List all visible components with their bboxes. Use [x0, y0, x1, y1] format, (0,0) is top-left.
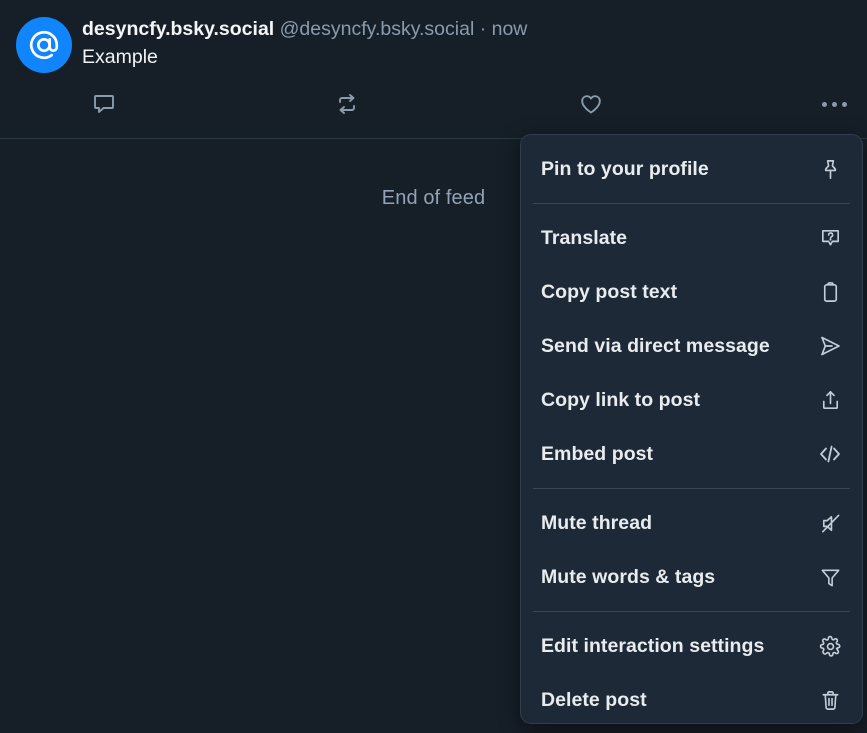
reply-bubble-icon [92, 92, 116, 116]
post-text: Example [82, 46, 158, 68]
avatar[interactable] [16, 17, 72, 73]
at-sign-avatar-icon [27, 28, 61, 62]
post-options-menu[interactable]: Pin to your profile Translate Copy post … [520, 134, 863, 724]
menu-item-mute-thread[interactable]: Mute thread [521, 496, 862, 550]
menu-item-label: Delete post [541, 688, 647, 711]
menu-divider [533, 203, 850, 204]
reply-button[interactable] [92, 89, 335, 119]
menu-item-label: Translate [541, 226, 628, 249]
like-button[interactable] [579, 89, 822, 119]
speaker-muted-icon [817, 510, 843, 536]
menu-item-label: Send via direct message [541, 334, 770, 357]
menu-item-label: Copy link to post [541, 388, 701, 411]
gear-icon [817, 633, 843, 659]
post-card[interactable]: desyncfy.bsky.social @desyncfy.bsky.soci… [0, 0, 867, 139]
menu-item-edit-interaction-settings[interactable]: Edit interaction settings [521, 619, 862, 673]
post-body: desyncfy.bsky.social @desyncfy.bsky.soci… [72, 14, 851, 71]
menu-item-label: Copy post text [541, 280, 678, 303]
menu-divider [533, 611, 850, 612]
menu-item-embed-post[interactable]: Embed post [521, 427, 862, 481]
menu-item-label: Pin to your profile [541, 157, 709, 180]
menu-item-label: Mute words & tags [541, 565, 716, 588]
share-export-icon [817, 387, 843, 413]
menu-item-copy-post-text[interactable]: Copy post text [521, 265, 862, 319]
repost-button[interactable] [335, 89, 578, 119]
menu-divider [533, 488, 850, 489]
repost-arrows-icon [335, 92, 359, 116]
post-meta: desyncfy.bsky.social @desyncfy.bsky.soci… [82, 14, 851, 42]
heart-icon [579, 92, 603, 116]
post-header-row: desyncfy.bsky.social @desyncfy.bsky.soci… [16, 14, 851, 73]
more-options-button[interactable] [822, 89, 851, 119]
post-handle-and-timestamp: @desyncfy.bsky.social · now [279, 18, 528, 40]
menu-item-label: Embed post [541, 442, 654, 465]
menu-item-mute-words-and-tags[interactable]: Mute words & tags [521, 550, 862, 604]
menu-item-delete-post[interactable]: Delete post [521, 673, 862, 723]
menu-item-translate[interactable]: Translate [521, 211, 862, 265]
post-action-bar [92, 88, 851, 120]
post-display-name[interactable]: desyncfy.bsky.social [82, 18, 274, 40]
menu-item-pin-to-your-profile[interactable]: Pin to your profile [521, 142, 862, 196]
send-paper-plane-icon [817, 333, 843, 359]
menu-group-share: Translate Copy post text Send via direct… [521, 211, 862, 481]
menu-item-label: Edit interaction settings [541, 634, 765, 657]
filter-funnel-icon [817, 564, 843, 590]
trash-icon [817, 687, 843, 713]
menu-group-mute: Mute thread Mute words & tags [521, 496, 862, 604]
menu-item-label: Mute thread [541, 511, 653, 534]
code-brackets-icon [817, 441, 843, 467]
menu-group-pin: Pin to your profile [521, 135, 862, 196]
translate-icon [817, 225, 843, 251]
menu-item-copy-link-to-post[interactable]: Copy link to post [521, 373, 862, 427]
clipboard-icon [817, 279, 843, 305]
menu-group-manage: Edit interaction settings Delete post [521, 619, 862, 723]
menu-item-send-via-direct-message[interactable]: Send via direct message [521, 319, 862, 373]
ellipsis-icon [822, 101, 847, 107]
pin-icon [817, 156, 843, 182]
